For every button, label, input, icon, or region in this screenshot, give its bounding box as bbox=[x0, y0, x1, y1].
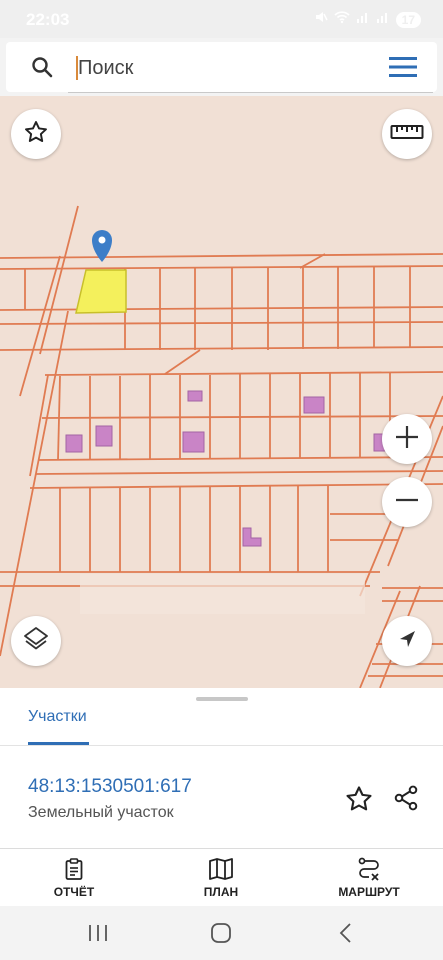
search-icon[interactable] bbox=[30, 55, 54, 79]
cadastral-map[interactable] bbox=[0, 96, 443, 688]
tab-divider bbox=[0, 745, 443, 746]
building bbox=[242, 527, 262, 547]
battery-level: 17 bbox=[395, 11, 421, 28]
zoom-in-button[interactable] bbox=[382, 414, 432, 464]
nav-route[interactable]: МАРШРУТ bbox=[314, 857, 424, 899]
selected-parcel[interactable] bbox=[75, 269, 127, 314]
bottom-navigation: ОТЧЁТ ПЛАН МАРШРУТ bbox=[0, 848, 443, 906]
minus-icon bbox=[394, 487, 420, 518]
sheet-drag-handle[interactable] bbox=[196, 697, 248, 701]
status-bar: 22:03 17 bbox=[0, 0, 443, 38]
parcel-favorite-button[interactable] bbox=[344, 784, 374, 814]
parcel-cadastral-number[interactable]: 48:13:1530501:617 bbox=[28, 776, 192, 798]
status-time: 22:03 bbox=[26, 10, 70, 29]
tab-parcels[interactable]: Участки bbox=[28, 708, 87, 726]
zoom-out-button[interactable] bbox=[382, 477, 432, 527]
share-icon bbox=[394, 785, 418, 811]
nav-plan[interactable]: ПЛАН bbox=[166, 857, 276, 899]
parcel-share-button[interactable] bbox=[392, 784, 422, 814]
measure-button[interactable] bbox=[382, 109, 432, 159]
ruler-icon bbox=[390, 124, 424, 145]
nav-route-label: МАРШРУТ bbox=[338, 885, 400, 899]
favorite-button[interactable] bbox=[11, 109, 61, 159]
parcel-type: Земельный участок bbox=[28, 804, 174, 821]
signal-icon-2 bbox=[376, 10, 390, 29]
plus-icon bbox=[394, 424, 420, 455]
clipboard-icon bbox=[65, 858, 83, 880]
hamburger-menu-icon[interactable] bbox=[388, 56, 418, 78]
building bbox=[95, 425, 113, 447]
parcel-sheet: Участки 48:13:1530501:617 Земельный учас… bbox=[0, 688, 443, 848]
signal-icon bbox=[356, 10, 370, 29]
recents-icon[interactable] bbox=[86, 922, 112, 944]
navigation-arrow-icon bbox=[396, 628, 418, 655]
home-icon[interactable] bbox=[209, 922, 235, 944]
search-box bbox=[6, 42, 437, 93]
building bbox=[303, 396, 325, 414]
back-icon[interactable] bbox=[334, 922, 360, 944]
layers-icon bbox=[22, 625, 50, 658]
nav-plan-label: ПЛАН bbox=[203, 885, 239, 899]
star-icon bbox=[23, 119, 49, 150]
system-navigation-bar bbox=[0, 906, 443, 960]
parcel-boundaries bbox=[0, 205, 443, 688]
search-header bbox=[0, 38, 443, 96]
search-underline bbox=[68, 92, 433, 93]
mute-icon bbox=[314, 10, 328, 29]
map-icon bbox=[209, 858, 233, 880]
route-icon bbox=[358, 857, 379, 881]
wifi-icon bbox=[334, 10, 350, 29]
building bbox=[65, 434, 83, 453]
building bbox=[182, 431, 205, 453]
nav-report-label: ОТЧЁТ bbox=[53, 885, 95, 899]
search-input[interactable] bbox=[78, 54, 358, 82]
my-location-button[interactable] bbox=[382, 616, 432, 666]
building bbox=[187, 390, 203, 402]
app-screen: 22:03 17 Поиск Участки 48:13:1530501:617… bbox=[0, 0, 443, 960]
star-icon bbox=[346, 786, 372, 811]
layers-button[interactable] bbox=[11, 616, 61, 666]
status-icons: 17 bbox=[314, 10, 421, 29]
nav-report[interactable]: ОТЧЁТ bbox=[19, 857, 129, 899]
